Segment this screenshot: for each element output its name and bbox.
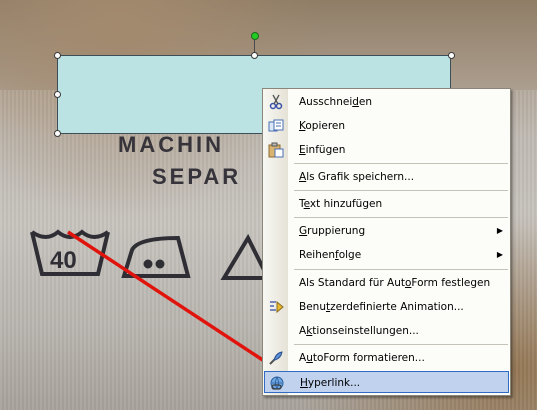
menu-item-cut[interactable]: Ausschneiden: [264, 91, 509, 113]
context-menu: Ausschneiden Kopieren Einfügen Als Grafi…: [262, 88, 511, 396]
hyperlink-icon: [269, 375, 285, 391]
menu-separator: [294, 344, 508, 345]
menu-item-order[interactable]: Reihenfolge ▶: [264, 244, 509, 266]
menu-separator: [294, 190, 508, 191]
menu-item-save-as-picture[interactable]: Als Grafik speichern...: [264, 166, 509, 188]
menu-item-add-text[interactable]: Text hinzufügen: [264, 193, 509, 215]
menu-separator: [294, 163, 508, 164]
menu-item-set-autoshape-default[interactable]: Als Standard für AutoForm festlegen: [264, 272, 509, 294]
paste-icon: [268, 142, 284, 158]
menu-separator: [294, 217, 508, 218]
menu-item-action-settings[interactable]: Aktionseinstellungen...: [264, 320, 509, 342]
animation-icon: [268, 299, 284, 315]
menu-separator: [294, 269, 508, 270]
format-shape-icon: [268, 350, 284, 366]
menu-item-copy[interactable]: Kopieren: [264, 115, 509, 137]
scissors-icon: [268, 94, 284, 110]
copy-icon: [268, 118, 284, 134]
menu-item-hyperlink[interactable]: Hyperlink...: [264, 371, 509, 393]
menu-item-format-autoshape[interactable]: AutoForm formatieren...: [264, 347, 509, 369]
menu-item-custom-animation[interactable]: Benutzerdefinierte Animation...: [264, 296, 509, 318]
menu-item-grouping[interactable]: Gruppierung ▶: [264, 220, 509, 242]
menu-item-paste[interactable]: Einfügen: [264, 139, 509, 161]
submenu-arrow-icon: ▶: [496, 250, 503, 259]
submenu-arrow-icon: ▶: [496, 226, 503, 235]
